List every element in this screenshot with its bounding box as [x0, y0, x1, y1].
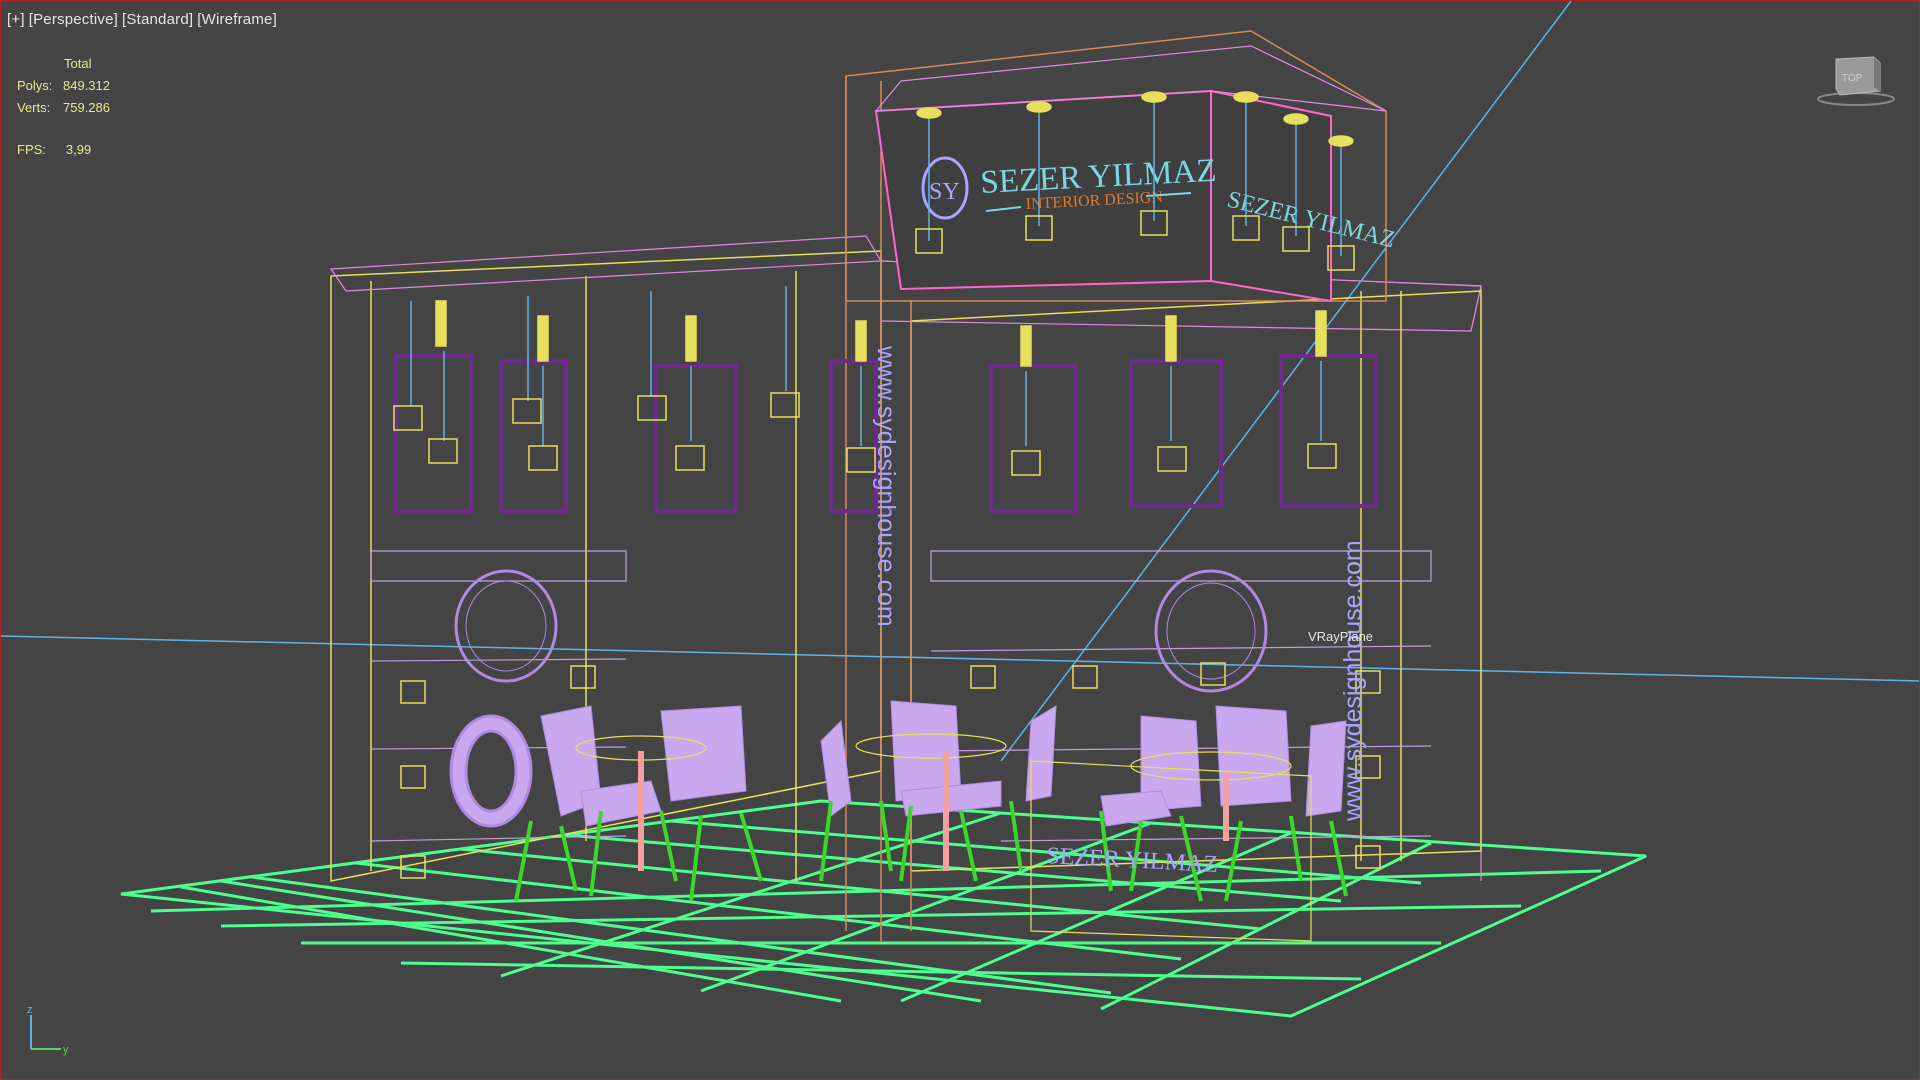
verts-value: 759.286: [63, 100, 110, 115]
side-website-text: www.sydesignhouse.com: [1339, 540, 1367, 822]
polys-label: Polys:: [17, 78, 53, 93]
viewcube-icon[interactable]: TOP: [1816, 51, 1896, 111]
floor-brand-text: SEZER YILMAZ: [1046, 843, 1219, 878]
booth-left-wall[interactable]: [330, 250, 882, 882]
viewport-pov-menu[interactable]: [Perspective]: [29, 11, 118, 28]
axis-y-label: y: [63, 1044, 69, 1056]
viewport-label-menu[interactable]: [+] [Perspective] [Standard] [Wireframe]: [7, 11, 277, 28]
perspective-viewport[interactable]: SY SEZER YILMAZ INTERIOR DESIGN SEZER YI…: [0, 0, 1920, 1080]
sign-monogram: SY: [929, 179, 960, 205]
fps-value: 3,99: [65, 142, 92, 157]
viewport-plus-menu[interactable]: [+]: [7, 11, 25, 28]
fps-label: FPS:: [17, 142, 46, 157]
construction-line-horizontal: [1, 635, 1919, 682]
axis-z-label: z: [27, 1004, 33, 1016]
verts-label: Verts:: [17, 100, 51, 115]
axis-tripod-icon: z y: [27, 1004, 69, 1056]
viewport-shading-standard-menu[interactable]: [Standard]: [122, 11, 193, 28]
sign-box[interactable]: SY SEZER YILMAZ INTERIOR DESIGN SEZER YI…: [874, 45, 1398, 303]
vrayplane-label[interactable]: VRayPlane: [1308, 629, 1373, 644]
pillar-website-text: www.sydesignhouse.com: [872, 345, 900, 627]
viewcube-face-label: TOP: [1842, 73, 1863, 84]
wireframe-scene[interactable]: SY SEZER YILMAZ INTERIOR DESIGN SEZER YI…: [1, 1, 1920, 1080]
stats-total-header: Total: [64, 56, 92, 71]
statistics-overlay: Total Polys: 849.312 Verts: 759.286: [17, 53, 143, 119]
viewport-shading-wireframe-menu[interactable]: [Wireframe]: [197, 11, 277, 28]
fps-overlay: FPS: 3,99: [17, 142, 91, 157]
wall-pendants[interactable]: [393, 286, 1337, 476]
polys-value: 849.312: [63, 78, 110, 93]
floor-grid[interactable]: [120, 799, 1647, 1018]
